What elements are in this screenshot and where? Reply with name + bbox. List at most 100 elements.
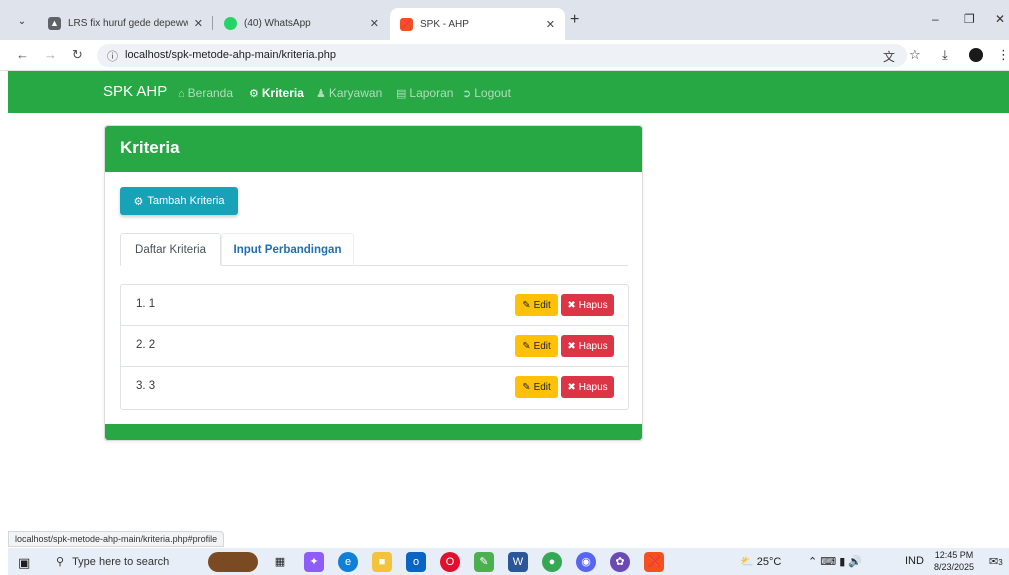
nav-label: Karyawan bbox=[328, 86, 383, 100]
edit-label: Edit bbox=[533, 340, 551, 352]
tab-daftar-kriteria[interactable]: Daftar Kriteria bbox=[120, 233, 221, 266]
new-tab-icon[interactable]: + bbox=[570, 11, 579, 29]
xampp-icon: ❌ bbox=[400, 17, 413, 31]
list-item: 2. 2 ✎ Edit ✖ Hapus bbox=[121, 326, 628, 367]
bookmark-star-icon[interactable]: ☆ bbox=[909, 47, 921, 63]
nav-item-kriteria[interactable]: ⚙ Kriteria bbox=[249, 86, 304, 100]
drive-icon: ▲ bbox=[48, 16, 61, 30]
delete-button[interactable]: ✖ Hapus bbox=[561, 294, 614, 316]
edit-button[interactable]: ✎ Edit bbox=[515, 376, 558, 398]
chrome-icon[interactable]: ● bbox=[542, 552, 562, 572]
weather-icon: ⛅ bbox=[740, 556, 754, 568]
link-status-bubble: localhost/spk-metode-ahp-main/kriteria.p… bbox=[8, 531, 225, 547]
search-icon: ⚲ bbox=[56, 556, 65, 568]
download-icon[interactable]: ⤓ bbox=[942, 47, 948, 63]
users-cog-icon: ⚙ bbox=[249, 88, 259, 100]
card-header: Kriteria bbox=[105, 126, 642, 172]
profile-avatar[interactable] bbox=[969, 48, 983, 62]
clock-time: 12:45 PM bbox=[934, 550, 974, 560]
clock-date: 8/23/2025 bbox=[934, 562, 975, 572]
browser-menu-icon[interactable]: ⋮ bbox=[997, 47, 1009, 63]
tab-title: SPK - AHP bbox=[420, 18, 469, 30]
search-placeholder: Type here to search bbox=[72, 555, 170, 568]
word-icon[interactable]: W bbox=[508, 552, 528, 572]
delete-button[interactable]: ✖ Hapus bbox=[561, 335, 614, 357]
forward-icon[interactable]: → bbox=[44, 47, 57, 62]
taskbar-clock[interactable]: 12:45 PM 8/23/2025 bbox=[934, 549, 974, 573]
task-view-icon[interactable]: ▦ bbox=[270, 552, 290, 572]
edit-label: Edit bbox=[533, 381, 551, 393]
pencil-icon: ✎ bbox=[522, 340, 531, 352]
nav-item-laporan[interactable]: ▤ Laporan bbox=[396, 86, 453, 100]
minimize-icon[interactable]: – bbox=[932, 12, 939, 26]
kriteria-label: 3. 3 bbox=[136, 380, 156, 392]
app-icon[interactable]: ✿ bbox=[610, 552, 630, 572]
page-title: Kriteria bbox=[120, 138, 180, 157]
users-icon: ♟ bbox=[316, 88, 326, 100]
notification-icon[interactable]: ✉3 bbox=[989, 555, 1003, 568]
browser-tab-lrs[interactable]: ▲ LRS fix huruf gede depeww.drav ✕ bbox=[38, 8, 213, 38]
delete-label: Hapus bbox=[578, 299, 608, 311]
xampp-icon[interactable]: ❌ bbox=[644, 552, 664, 572]
address-bar[interactable]: ⓘ localhost/spk-metode-ahp-main/kriteria… bbox=[97, 44, 907, 67]
kriteria-card: Kriteria ⚙ Tambah Kriteria Daftar Kriteri… bbox=[104, 125, 643, 441]
network-icon[interactable]: ⌨ bbox=[820, 556, 836, 568]
browser-tab-whatsapp[interactable]: (40) WhatsApp ✕ bbox=[214, 8, 389, 38]
address-url: localhost/spk-metode-ahp-main/kriteria.p… bbox=[125, 49, 336, 61]
sign-out-icon: ➲ bbox=[462, 88, 472, 100]
windows-taskbar: ▣ ⚲ Type here to search ▦ ✦ e ■ o O ✎ W … bbox=[8, 548, 1009, 575]
pencil-icon: ✎ bbox=[522, 381, 531, 393]
notepad-icon[interactable]: ✎ bbox=[474, 552, 494, 572]
kriteria-label: 1. 1 bbox=[136, 298, 156, 310]
news-widget-icon[interactable] bbox=[208, 552, 258, 572]
whatsapp-icon bbox=[224, 16, 237, 30]
home-icon: ⌂ bbox=[178, 88, 185, 100]
battery-icon[interactable]: ▮ bbox=[839, 556, 845, 568]
user-cog-icon: ⚙ bbox=[133, 195, 144, 208]
reload-icon[interactable]: ↻ bbox=[72, 47, 83, 63]
tray-icons[interactable]: ⌃ ⌨ ▮ 🔊 bbox=[808, 555, 862, 568]
chevron-up-icon[interactable]: ⌃ bbox=[808, 556, 817, 568]
nav-item-beranda[interactable]: ⌂ Beranda bbox=[178, 86, 233, 100]
browser-toolbar: ← → ↻ ⓘ localhost/spk-metode-ahp-main/kr… bbox=[0, 40, 1009, 71]
edit-button[interactable]: ✎ Edit bbox=[515, 335, 558, 357]
close-tab-icon[interactable]: ✕ bbox=[194, 17, 203, 30]
delete-label: Hapus bbox=[578, 340, 608, 352]
delete-button[interactable]: ✖ Hapus bbox=[561, 376, 614, 398]
taskbar-search[interactable]: ⚲ Type here to search bbox=[48, 550, 208, 573]
edit-label: Edit bbox=[533, 299, 551, 311]
close-tab-icon[interactable]: ✕ bbox=[370, 17, 379, 30]
discord-icon[interactable]: ◉ bbox=[576, 552, 596, 572]
notification-count: 3 bbox=[998, 558, 1003, 567]
kriteria-list: 1. 1 ✎ Edit ✖ Hapus 2. 2 ✎ Edit ✖ Hapus 3. 3… bbox=[120, 284, 629, 410]
edge-icon[interactable]: e bbox=[338, 552, 358, 572]
translate-icon[interactable]: 文 bbox=[883, 48, 895, 65]
app-navbar: SPK AHP ⌂ Beranda ⚙ Kriteria ♟ Karyawan ▤ La… bbox=[8, 71, 1009, 113]
outlook-icon[interactable]: o bbox=[406, 552, 426, 572]
file-explorer-icon[interactable]: ■ bbox=[372, 552, 392, 572]
nav-item-logout[interactable]: ➲ Logout bbox=[462, 86, 511, 100]
tab-input-perbandingan[interactable]: Input Perbandingan bbox=[221, 233, 354, 266]
volume-icon[interactable]: 🔊 bbox=[848, 556, 862, 568]
copilot-icon[interactable]: ✦ bbox=[304, 552, 324, 572]
delete-label: Hapus bbox=[578, 381, 608, 393]
windows-start-icon[interactable]: ▣ bbox=[18, 555, 30, 571]
edit-button[interactable]: ✎ Edit bbox=[515, 294, 558, 316]
nav-item-karyawan[interactable]: ♟ Karyawan bbox=[316, 86, 382, 100]
tab-search-chevron-icon[interactable]: ⌄ bbox=[10, 12, 34, 32]
tab-title: (40) WhatsApp bbox=[244, 17, 311, 29]
close-tab-icon[interactable]: ✕ bbox=[546, 18, 555, 31]
language-indicator[interactable]: IND bbox=[905, 555, 924, 567]
nav-label: Kriteria bbox=[261, 86, 304, 100]
weather-widget[interactable]: ⛅ 25°C bbox=[740, 555, 781, 568]
back-icon[interactable]: ← bbox=[16, 47, 29, 62]
opera-icon[interactable]: O bbox=[440, 552, 460, 572]
close-window-icon[interactable]: ✕ bbox=[995, 12, 1005, 26]
site-info-icon[interactable]: ⓘ bbox=[107, 48, 118, 64]
restore-icon[interactable]: ❐ bbox=[964, 12, 975, 26]
clipboard-icon: ▤ bbox=[396, 88, 407, 100]
brand-title[interactable]: SPK AHP bbox=[103, 83, 167, 100]
add-kriteria-button[interactable]: ⚙ Tambah Kriteria bbox=[120, 187, 238, 215]
card-footer bbox=[105, 424, 642, 440]
browser-tab-spk-ahp[interactable]: ❌ SPK - AHP ✕ bbox=[390, 8, 565, 40]
